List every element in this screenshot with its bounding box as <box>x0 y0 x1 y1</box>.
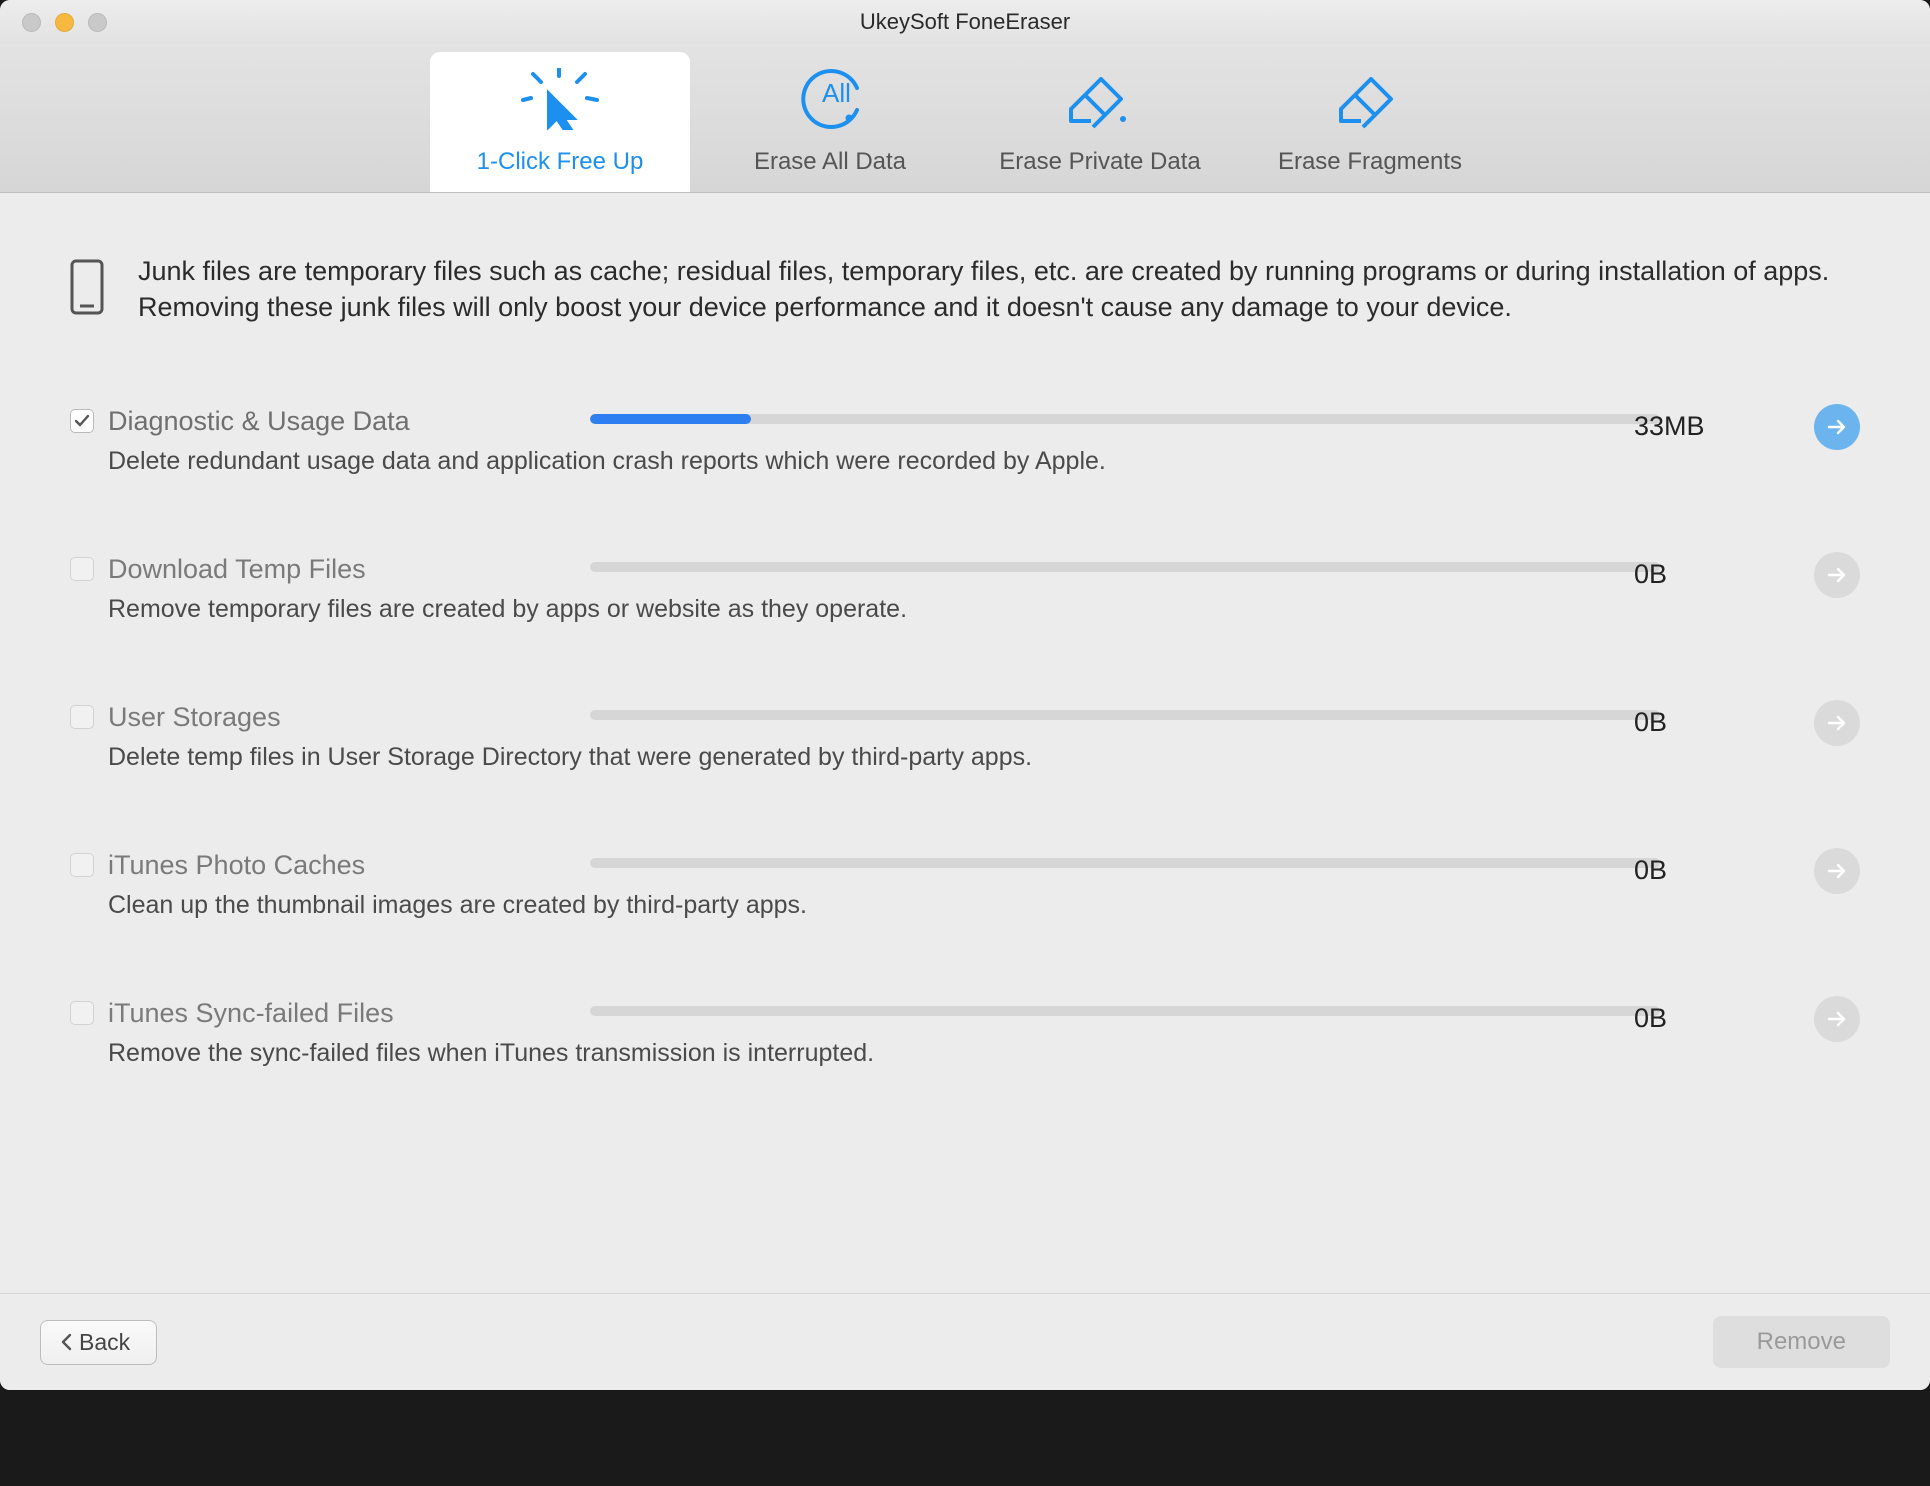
progress-bar <box>590 562 1660 572</box>
window-title: UkeySoft FoneEraser <box>0 9 1930 35</box>
list-item: Diagnostic & Usage Data 33MB Delete redu… <box>70 406 1860 476</box>
close-window-button[interactable] <box>22 13 41 32</box>
eraser-fragments-icon <box>1333 64 1407 134</box>
tab-erase-private-data[interactable]: Erase Private Data <box>970 52 1230 192</box>
item-desc: Remove temporary files are created by ap… <box>108 595 1860 624</box>
go-button <box>1814 552 1860 598</box>
progress-bar <box>590 1006 1660 1016</box>
item-title: iTunes Photo Caches <box>108 850 365 881</box>
app-window: UkeySoft FoneEraser 1-Click Free Up <box>0 0 1930 1390</box>
item-size: 0B <box>1634 1003 1724 1034</box>
tab-label: Erase Private Data <box>999 148 1200 176</box>
item-size: 0B <box>1634 855 1724 886</box>
tab-1click-free-up[interactable]: 1-Click Free Up <box>430 52 690 192</box>
list-item: iTunes Photo Caches 0B Clean up the thum… <box>70 850 1860 920</box>
item-size: 33MB <box>1634 411 1724 442</box>
item-title: Diagnostic & Usage Data <box>108 406 410 437</box>
item-size: 0B <box>1634 707 1724 738</box>
item-desc: Delete temp files in User Storage Direct… <box>108 743 1860 772</box>
tab-erase-all-data[interactable]: All Erase All Data <box>700 52 960 192</box>
remove-button[interactable]: Remove <box>1713 1316 1890 1368</box>
svg-text:All: All <box>822 78 851 108</box>
chevron-left-icon <box>59 1333 73 1351</box>
progress-fill <box>590 414 751 424</box>
item-title: iTunes Sync-failed Files <box>108 998 394 1029</box>
list-item: Download Temp Files 0B Remove temporary … <box>70 554 1860 624</box>
traffic-lights <box>0 13 107 32</box>
minimize-window-button[interactable] <box>55 13 74 32</box>
item-checkbox[interactable] <box>70 557 94 581</box>
back-label: Back <box>79 1329 130 1356</box>
sparkle-cursor-icon <box>521 64 599 134</box>
item-checkbox[interactable] <box>70 409 94 433</box>
intro-text: Junk files are temporary files such as c… <box>138 253 1860 326</box>
tab-label: Erase Fragments <box>1278 148 1462 176</box>
item-title: User Storages <box>108 702 281 733</box>
eraser-private-icon <box>1063 64 1137 134</box>
tab-label: 1-Click Free Up <box>477 148 644 176</box>
content-area: Junk files are temporary files such as c… <box>0 193 1930 1293</box>
go-button <box>1814 996 1860 1042</box>
remove-label: Remove <box>1757 1328 1846 1355</box>
item-list: Diagnostic & Usage Data 33MB Delete redu… <box>70 406 1860 1068</box>
progress-bar <box>590 414 1660 424</box>
go-button <box>1814 700 1860 746</box>
tab-erase-fragments[interactable]: Erase Fragments <box>1240 52 1500 192</box>
item-desc: Remove the sync-failed files when iTunes… <box>108 1039 1860 1068</box>
item-checkbox[interactable] <box>70 705 94 729</box>
go-button[interactable] <box>1814 404 1860 450</box>
progress-bar <box>590 858 1660 868</box>
item-title: Download Temp Files <box>108 554 366 585</box>
main-tabstrip: 1-Click Free Up All Erase All Data Er <box>0 44 1930 193</box>
erase-all-icon: All <box>795 64 865 134</box>
list-item: iTunes Sync-failed Files 0B Remove the s… <box>70 998 1860 1068</box>
intro-block: Junk files are temporary files such as c… <box>70 253 1860 326</box>
item-desc: Clean up the thumbnail images are create… <box>108 891 1860 920</box>
list-item: User Storages 0B Delete temp files in Us… <box>70 702 1860 772</box>
footer: Back Remove <box>0 1293 1930 1390</box>
tab-label: Erase All Data <box>754 148 906 176</box>
item-desc: Delete redundant usage data and applicat… <box>108 447 1860 476</box>
go-button <box>1814 848 1860 894</box>
item-size: 0B <box>1634 559 1724 590</box>
item-checkbox[interactable] <box>70 1001 94 1025</box>
maximize-window-button[interactable] <box>88 13 107 32</box>
item-checkbox[interactable] <box>70 853 94 877</box>
device-icon <box>70 259 104 320</box>
titlebar: UkeySoft FoneEraser <box>0 0 1930 44</box>
progress-bar <box>590 710 1660 720</box>
back-button[interactable]: Back <box>40 1320 157 1365</box>
